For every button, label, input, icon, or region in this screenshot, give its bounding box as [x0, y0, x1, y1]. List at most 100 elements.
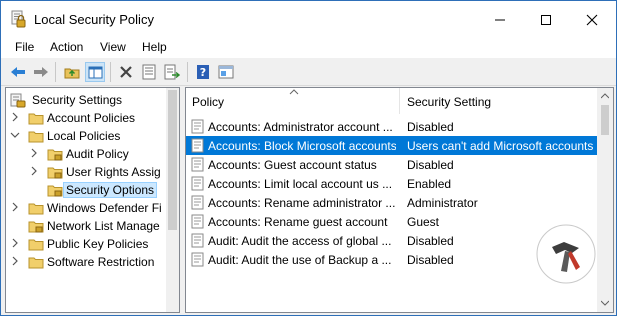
expand-arrow-icon[interactable]: [10, 256, 20, 266]
table-row[interactable]: Accounts: Rename administrator ... Admini…: [186, 193, 597, 212]
list-vertical-scrollbar[interactable]: [597, 88, 613, 312]
tree-item-label: Security Options: [62, 182, 158, 198]
console-tree-pane[interactable]: Security Settings Account Policies Local …: [5, 87, 180, 313]
expand-arrow-icon[interactable]: [29, 148, 39, 158]
forward-icon: [34, 67, 48, 77]
svg-text:?: ?: [200, 66, 206, 79]
menu-view[interactable]: View: [100, 40, 126, 54]
forward-button[interactable]: [31, 62, 51, 82]
show-console-button[interactable]: [216, 62, 236, 82]
window-title: Local Security Policy: [34, 12, 154, 27]
folder-icon: [28, 113, 44, 125]
secure-folder-icon: [47, 185, 63, 197]
menu-bar: File Action View Help: [1, 37, 616, 58]
maximize-icon: [541, 15, 551, 25]
security-setting-cell: Users can't add Microsoft accounts: [407, 139, 594, 153]
tree-item-label: Software Restriction: [47, 255, 155, 269]
tree-scrollbar-thumb[interactable]: [168, 90, 177, 230]
close-button[interactable]: [569, 1, 615, 37]
minimize-icon: [495, 19, 505, 21]
menu-help[interactable]: Help: [142, 40, 167, 54]
menu-file[interactable]: File: [15, 40, 34, 54]
security-setting-cell: Disabled: [407, 158, 454, 172]
tree-item-label: Local Policies: [47, 129, 121, 143]
tree-item-label: Audit Policy: [66, 147, 129, 161]
folder-icon: [28, 239, 44, 251]
policy-setting-icon: [191, 195, 204, 210]
back-icon: [11, 67, 25, 77]
security-policy-app-icon: [9, 10, 27, 28]
toolbar-separator: [187, 62, 188, 82]
expand-arrow-icon[interactable]: [10, 238, 20, 248]
tree-item-label: Network List Manage: [47, 219, 160, 233]
show-hide-tree-icon: [88, 66, 103, 79]
tree-item-label: Windows Defender Fi: [47, 201, 162, 215]
table-row[interactable]: Accounts: Administrator account ... Disab…: [186, 117, 597, 136]
policy-setting-icon: [191, 214, 204, 229]
policy-name-cell: Audit: Audit the use of Backup a ...: [208, 253, 392, 267]
table-row[interactable]: Accounts: Guest account status Disabled: [186, 155, 597, 174]
properties-icon: [142, 64, 156, 80]
policy-name-cell: Audit: Audit the access of global ...: [208, 234, 392, 248]
security-setting-cell: Enabled: [407, 177, 452, 191]
scroll-up-icon: [601, 93, 609, 99]
local-security-policy-window: Local Security Policy File Action View H…: [0, 0, 617, 316]
tree-item-label: Account Policies: [47, 111, 136, 125]
show-hide-console-tree-button[interactable]: [85, 62, 105, 82]
help-icon: ?: [197, 65, 209, 79]
tree-item-label: User Rights Assig: [66, 165, 161, 179]
back-button[interactable]: [8, 62, 28, 82]
sort-ascending-icon: [289, 89, 299, 95]
tree-item-label: Security Settings: [32, 93, 123, 107]
policy-setting-icon: [191, 119, 204, 134]
table-row[interactable]: Accounts: Block Microsoft accounts Users …: [186, 136, 597, 155]
list-scrollbar-thumb[interactable]: [601, 105, 609, 135]
scroll-down-icon: [601, 300, 609, 306]
expand-arrow-icon[interactable]: [10, 202, 20, 212]
security-setting-cell: Disabled: [407, 120, 454, 134]
security-setting-cell: Administrator: [407, 196, 478, 210]
properties-button[interactable]: [139, 62, 159, 82]
folder-icon: [28, 203, 44, 215]
title-bar[interactable]: Local Security Policy: [1, 1, 616, 37]
toolbar: ?: [1, 58, 616, 86]
secure-folder-icon: [47, 167, 63, 179]
maximize-button[interactable]: [523, 1, 569, 37]
menu-action[interactable]: Action: [50, 40, 83, 54]
column-divider[interactable]: [399, 88, 400, 114]
list-header: Policy Security Setting: [186, 88, 597, 114]
export-list-button[interactable]: [162, 62, 182, 82]
policy-name-cell: Accounts: Administrator account ...: [208, 120, 393, 134]
policy-name-cell: Accounts: Rename guest account: [208, 215, 388, 229]
column-header-policy[interactable]: Policy: [192, 95, 224, 109]
folder-icon: [28, 257, 44, 269]
help-button[interactable]: ?: [193, 62, 213, 82]
expand-arrow-icon[interactable]: [29, 166, 39, 176]
policy-name-cell: Accounts: Rename administrator ...: [208, 196, 396, 210]
policy-setting-icon: [191, 176, 204, 191]
minimize-button[interactable]: [477, 1, 523, 37]
tree-item-label: Public Key Policies: [47, 237, 149, 251]
policy-setting-icon: [191, 138, 204, 153]
delete-icon: [120, 66, 132, 78]
secure-folder-icon: [47, 149, 63, 161]
delete-button[interactable]: [116, 62, 136, 82]
up-one-level-button[interactable]: [62, 62, 82, 82]
site-logo-watermark: [535, 223, 597, 285]
toolbar-separator: [110, 62, 111, 82]
expand-arrow-icon[interactable]: [10, 112, 20, 122]
column-header-security-setting[interactable]: Security Setting: [407, 95, 491, 109]
table-row[interactable]: Accounts: Limit local account us ... Enab…: [186, 174, 597, 193]
folder-icon: [28, 131, 44, 143]
policy-name-cell: Accounts: Guest account status: [208, 158, 377, 172]
collapse-arrow-icon[interactable]: [10, 130, 20, 140]
policy-name-cell: Accounts: Limit local account us ...: [208, 177, 393, 191]
policy-setting-icon: [191, 157, 204, 172]
policy-name-cell: Accounts: Block Microsoft accounts: [208, 139, 396, 153]
up-folder-icon: [64, 68, 80, 79]
console-icon: [218, 65, 234, 79]
close-icon: [586, 14, 598, 26]
security-settings-icon: [10, 93, 26, 108]
secure-folder-icon: [28, 221, 44, 233]
tree-vertical-scrollbar[interactable]: [166, 88, 179, 312]
